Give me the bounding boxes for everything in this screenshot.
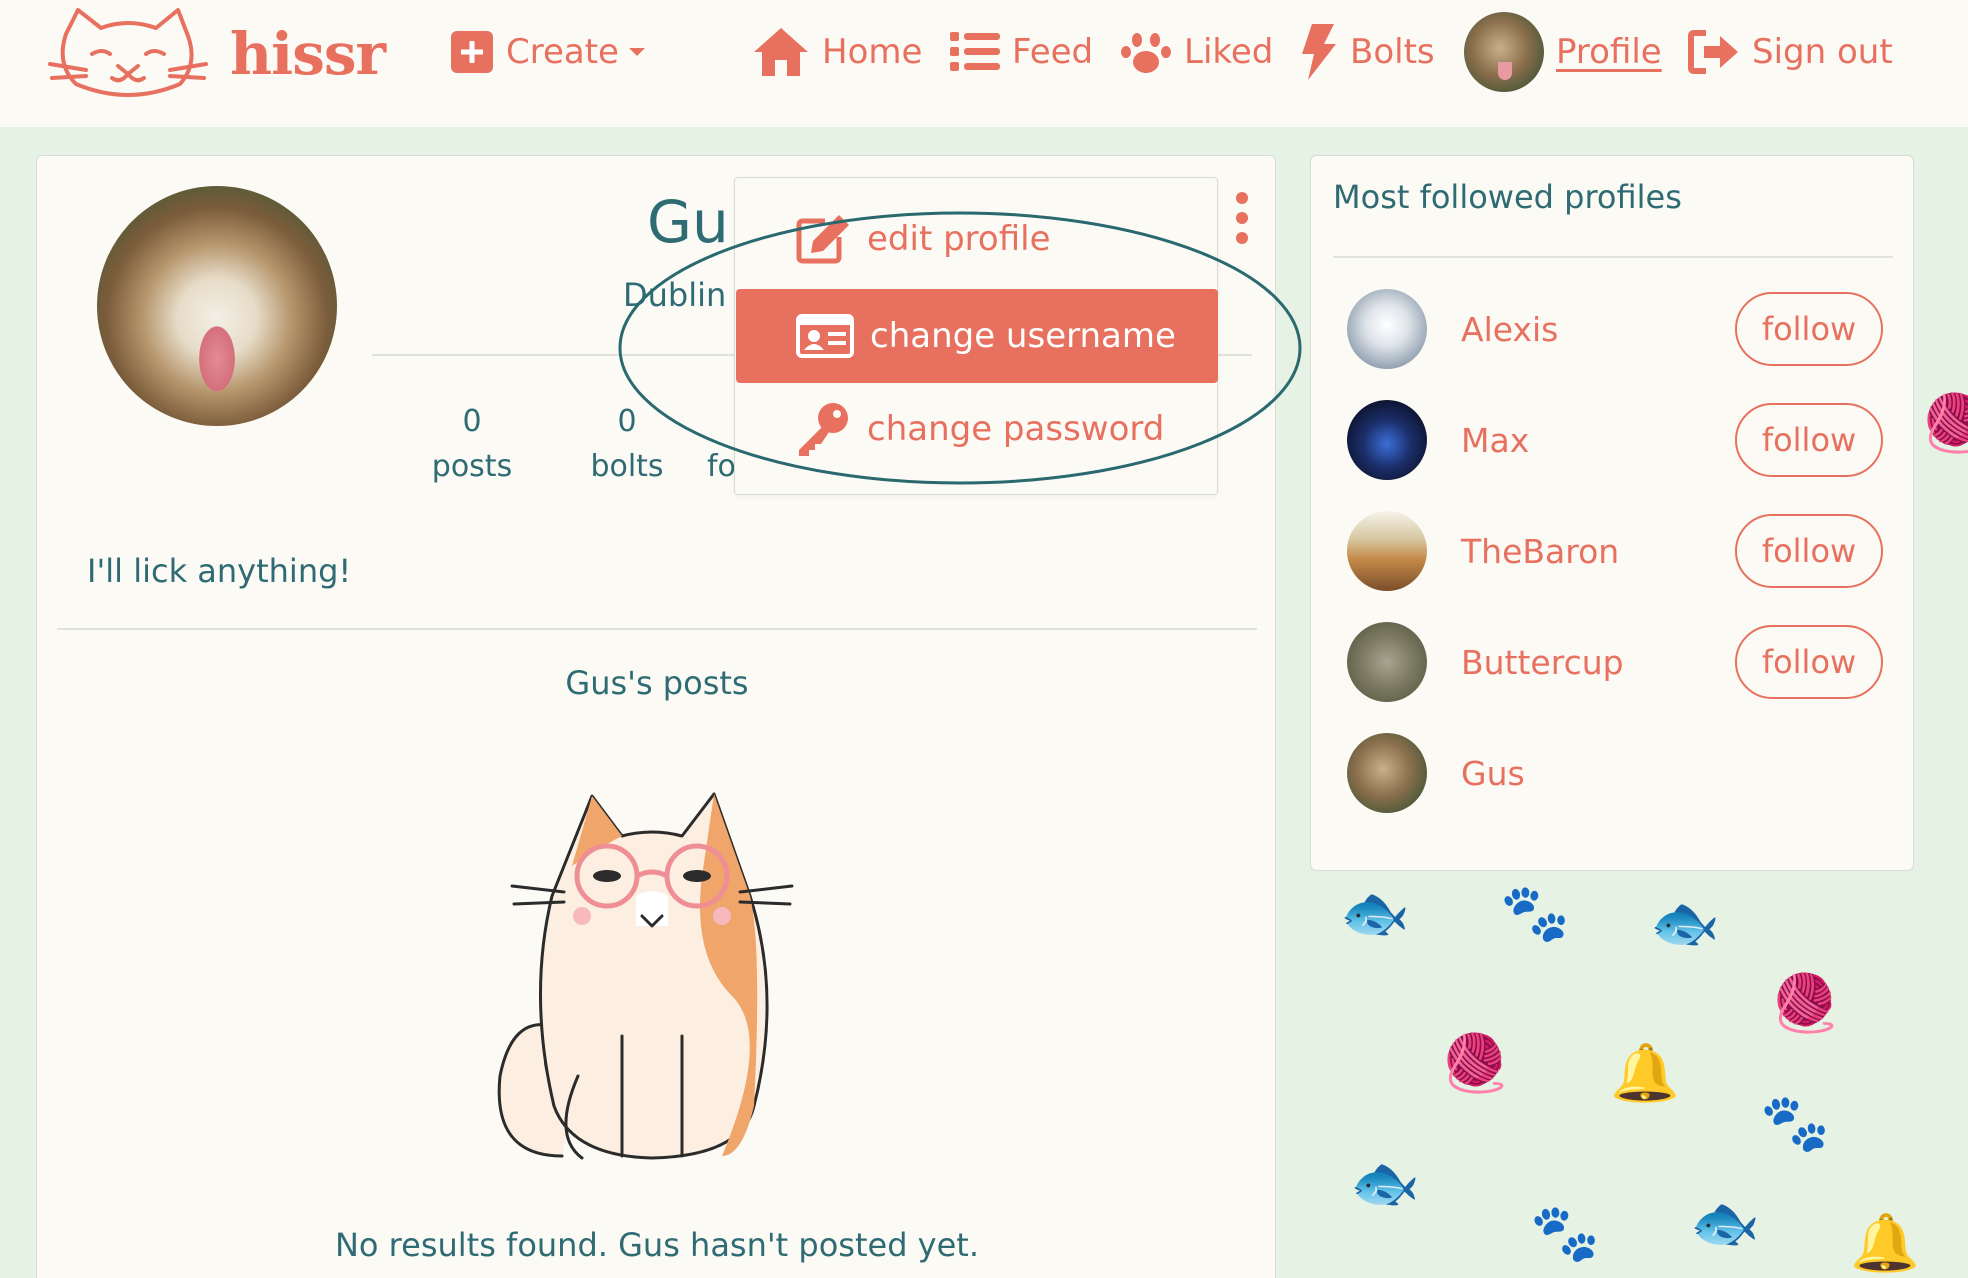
avatar[interactable] — [1347, 733, 1427, 813]
stat-bolts-value: 0 — [617, 404, 637, 439]
list-icon — [950, 32, 1000, 71]
cat-logo-icon — [48, 8, 208, 97]
nav-profile[interactable]: Profile — [1464, 12, 1662, 92]
avatar[interactable] — [1347, 289, 1427, 369]
stat-bolts-label: bolts — [590, 449, 664, 484]
nav-home[interactable]: Home — [752, 22, 922, 82]
caret-down-icon — [628, 48, 645, 56]
paw-icon — [1121, 33, 1171, 73]
posts-heading: Gus's posts — [565, 664, 749, 702]
nav-home-label: Home — [822, 32, 923, 72]
nav-bolts-label: Bolts — [1350, 32, 1435, 72]
nav-feed[interactable]: Feed — [950, 22, 1093, 82]
more-options-icon[interactable] — [1230, 190, 1254, 246]
profile-name-link[interactable]: TheBaron — [1461, 532, 1619, 571]
profile-bio: I'll lick anything! — [87, 552, 352, 590]
empty-message: No results found. Gus hasn't posted yet. — [334, 1226, 980, 1264]
follow-button[interactable]: follow — [1735, 625, 1883, 699]
nav-signout[interactable]: Sign out — [1688, 22, 1893, 82]
sidebar-title: Most followed profiles — [1333, 178, 1682, 216]
nav-create-label: Create — [506, 32, 619, 72]
follow-button[interactable]: follow — [1735, 292, 1883, 366]
id-card-icon — [796, 314, 854, 358]
profile-name-link[interactable]: Gus — [1461, 754, 1525, 793]
cat-illustration — [497, 792, 794, 1160]
edit-icon — [796, 215, 849, 264]
plus-square-icon — [451, 31, 493, 73]
home-icon — [754, 28, 808, 76]
profile-list-item: Buttercup follow — [1311, 612, 1915, 712]
bolt-icon — [1302, 24, 1336, 80]
profile-location: Dublin — [623, 276, 727, 314]
follow-button[interactable]: follow — [1735, 403, 1883, 477]
avatar — [1464, 12, 1544, 92]
profile-name: Gu — [647, 188, 729, 256]
dropdown-item-edit-profile[interactable]: edit profile — [735, 194, 1219, 284]
stat-posts-label: posts — [431, 449, 513, 484]
avatar[interactable] — [1347, 622, 1427, 702]
divider — [1333, 256, 1893, 258]
dropdown-item-change-username[interactable]: change username — [736, 289, 1218, 383]
dropdown-item-label: change username — [870, 316, 1176, 356]
stat-posts-value: 0 — [462, 404, 482, 439]
nav-feed-label: Feed — [1012, 32, 1094, 72]
divider — [57, 628, 1257, 630]
dropdown-item-label: edit profile — [867, 219, 1051, 259]
profile-list-item: Max follow — [1311, 390, 1915, 490]
stat-followers-label: fo — [707, 449, 736, 484]
nav-liked-label: Liked — [1184, 32, 1274, 72]
profile-list-item: Gus — [1311, 723, 1915, 823]
most-followed-card: Most followed profiles Alexis follow Max… — [1310, 155, 1914, 871]
dropdown-item-label: change password — [867, 409, 1165, 449]
profile-list-item: Alexis follow — [1311, 279, 1915, 379]
nav-create[interactable]: Create — [450, 22, 647, 82]
profile-options-dropdown: edit profile change username change pass… — [734, 177, 1218, 495]
avatar[interactable] — [1347, 511, 1427, 591]
follow-button[interactable]: follow — [1735, 514, 1883, 588]
profile-name-link[interactable]: Buttercup — [1461, 643, 1624, 682]
top-navbar: hissr Create Home Feed Liked Bolts Profi… — [0, 0, 1968, 127]
nav-bolts[interactable]: Bolts — [1298, 22, 1435, 82]
brand-name: hissr — [230, 20, 386, 88]
key-icon — [799, 403, 848, 456]
nav-signout-label: Sign out — [1752, 32, 1893, 72]
nav-profile-label: Profile — [1556, 32, 1662, 72]
nav-liked[interactable]: Liked — [1120, 22, 1273, 82]
profile-name-link[interactable]: Alexis — [1461, 310, 1558, 349]
profile-name-link[interactable]: Max — [1461, 421, 1529, 460]
profile-avatar — [97, 186, 337, 426]
brand[interactable]: hissr — [46, 4, 386, 104]
stat-posts: 0 posts — [407, 404, 537, 484]
profile-list-item: TheBaron follow — [1311, 501, 1915, 601]
stat-bolts: 0 bolts — [577, 404, 677, 484]
sign-out-icon — [1688, 30, 1738, 74]
avatar[interactable] — [1347, 400, 1427, 480]
dropdown-item-change-password[interactable]: change password — [735, 384, 1219, 474]
